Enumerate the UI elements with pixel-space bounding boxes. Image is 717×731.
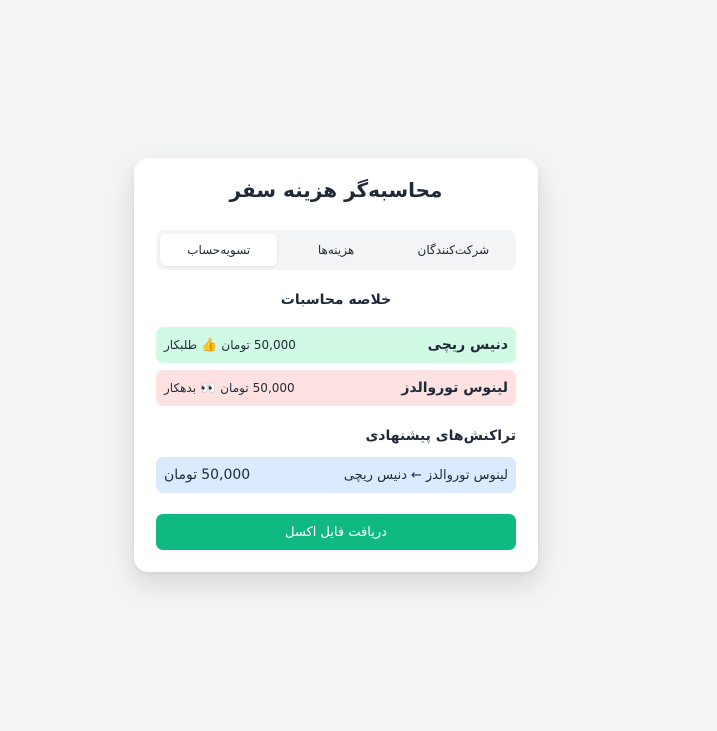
transaction-parties: لینوس توروالدز ← دنیس ریچی: [344, 468, 508, 483]
balance-row: لینوس توروالدز 50,000 تومان 👀 بدهکار: [156, 370, 516, 406]
summary-title: خلاصه محاسبات: [280, 292, 392, 308]
currency-label: تومان: [221, 338, 250, 352]
tab-settlement[interactable]: تسویه‌حساب: [160, 234, 278, 266]
payee-name: دنیس ریچی: [343, 467, 407, 483]
download-excel-button[interactable]: دریافت فایل اکسل: [156, 514, 516, 550]
person-name: دنیس ریچی: [427, 337, 508, 353]
status-label: طلبکار: [164, 338, 198, 352]
transaction-amount: 50,000 تومان: [164, 467, 250, 483]
tab-bar: شرکت‌کنندگان هزینه‌ها تسویه‌حساب: [156, 230, 516, 270]
currency-label: تومان: [220, 381, 249, 395]
transaction-row: لینوس توروالدز ← دنیس ریچی 50,000 تومان: [156, 457, 516, 493]
currency-label: تومان: [164, 467, 198, 483]
settlement-card: محاسبه‌گر هزینه سفر شرکت‌کنندگان هزینه‌ه…: [134, 158, 538, 572]
balance-info: 50,000 تومان 👀 بدهکار: [164, 381, 295, 396]
tab-participants[interactable]: شرکت‌کنندگان: [395, 234, 512, 266]
transactions-title: تراکنش‌های پیشنهادی: [365, 428, 516, 444]
page-title: محاسبه‌گر هزینه سفر: [229, 178, 443, 202]
balance-amount: 50,000: [252, 381, 295, 395]
status-label: بدهکار: [164, 381, 197, 395]
eyes-icon: 👀: [200, 380, 217, 396]
balance-amount: 50,000: [253, 338, 296, 352]
balance-info: 50,000 تومان 👍 طلبکار: [164, 338, 296, 353]
tab-expenses[interactable]: هزینه‌ها: [277, 234, 394, 266]
person-name: لینوس توروالدز: [401, 380, 508, 396]
amount-value: 50,000: [201, 467, 251, 483]
thumbs-up-icon: 👍: [201, 337, 218, 353]
arrow-left-icon: ←: [411, 467, 422, 483]
payer-name: لینوس توروالدز: [425, 467, 508, 483]
balance-row: دنیس ریچی 50,000 تومان 👍 طلبکار: [156, 327, 516, 363]
